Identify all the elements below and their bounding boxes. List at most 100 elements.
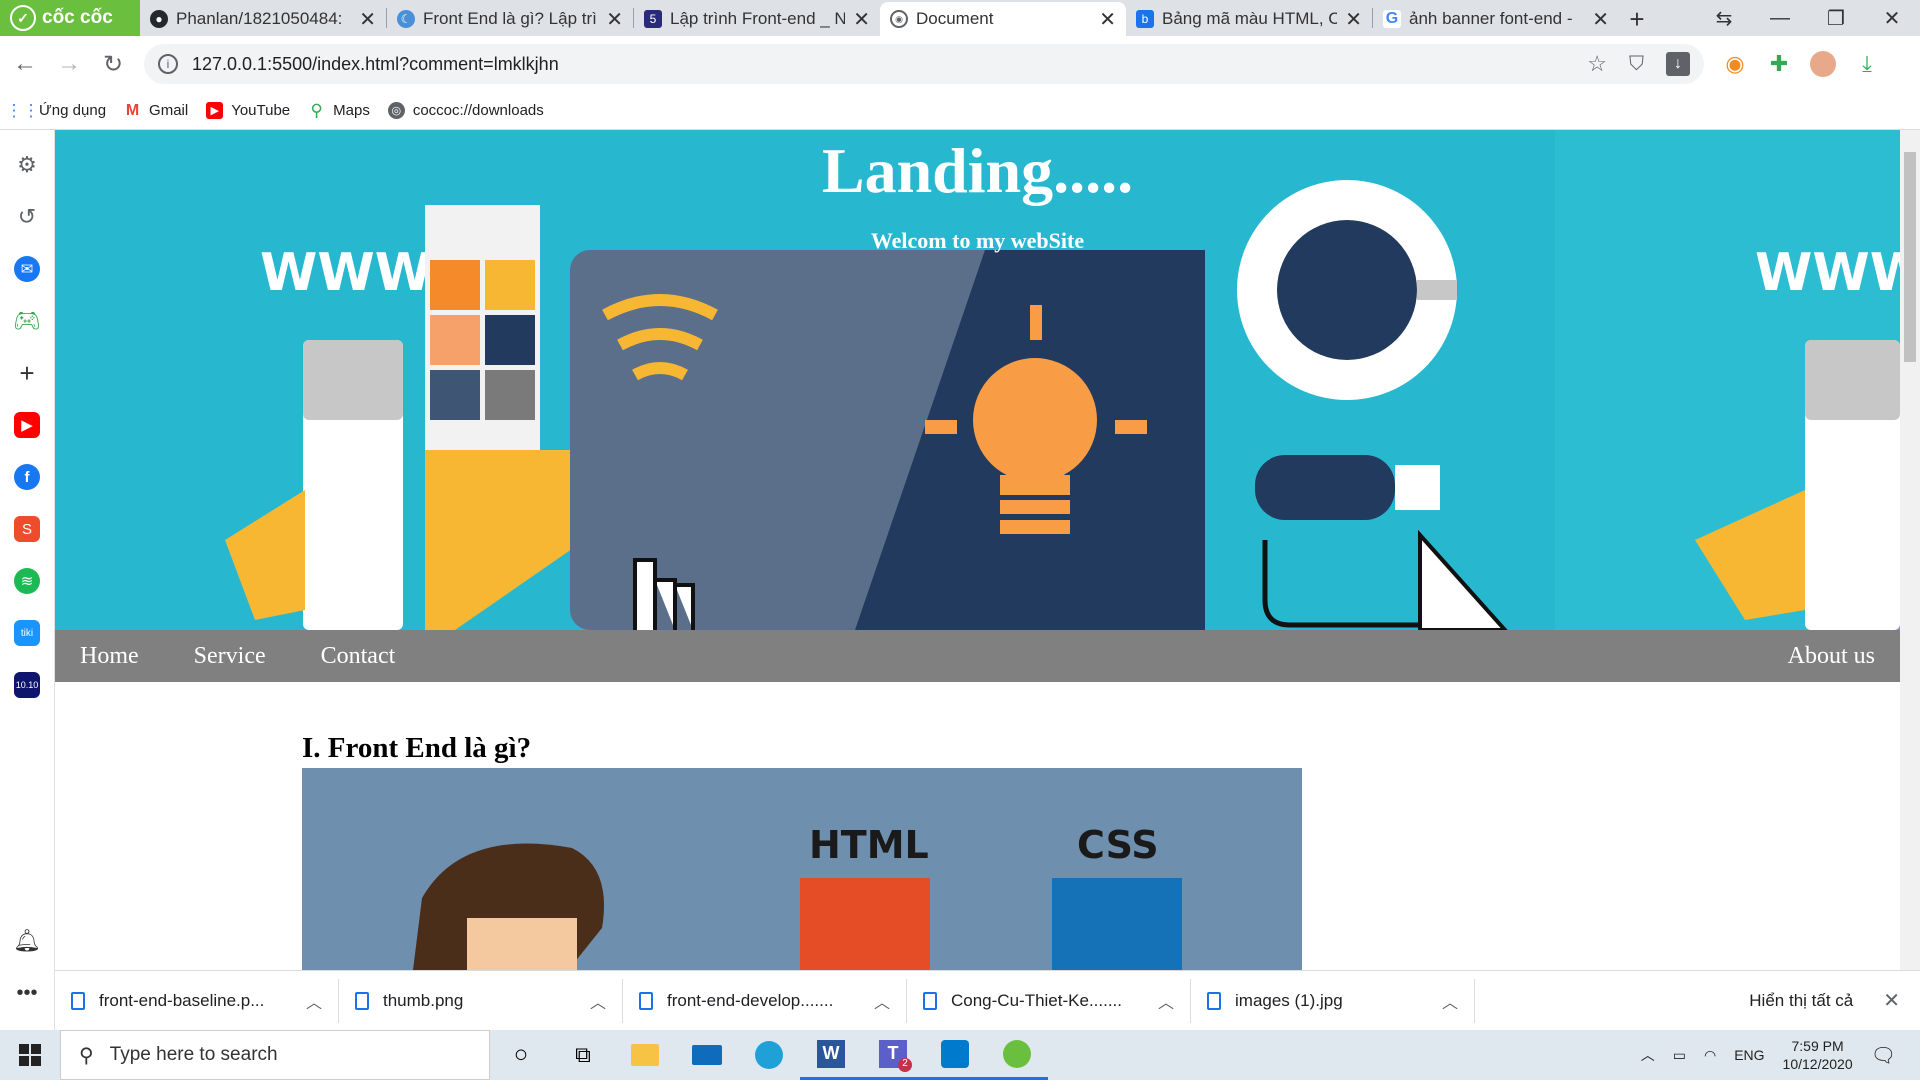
notification-icon[interactable]: 🗨︎: [1871, 1043, 1896, 1068]
maximize-icon[interactable]: ❐: [1808, 6, 1864, 31]
chevron-up-icon[interactable]: ︿: [1442, 989, 1458, 1013]
chevron-up-icon[interactable]: ︿: [874, 989, 890, 1013]
tab-anh-banner[interactable]: G ảnh banner font-end - ✕: [1373, 2, 1619, 36]
youtube-icon[interactable]: ▶: [14, 412, 40, 438]
bookmark-apps[interactable]: ⋮⋮ Ứng dụng: [5, 100, 107, 120]
coccoc-taskbar-icon[interactable]: [986, 1030, 1048, 1080]
file-icon: [639, 991, 653, 1010]
download-item[interactable]: thumb.png ︿: [339, 978, 623, 1023]
download-icon[interactable]: ⤓: [1854, 51, 1880, 77]
download-page-icon[interactable]: ↓: [1666, 52, 1690, 76]
taskbar-search-placeholder: Type here to search: [109, 1044, 278, 1065]
download-item[interactable]: front-end-develop....... ︿: [623, 978, 907, 1023]
url-text[interactable]: 127.0.0.1:5500/index.html?comment=lmklkj…: [192, 54, 559, 75]
bookmark-youtube[interactable]: ▶ YouTube: [206, 102, 290, 119]
windows-start-button[interactable]: [0, 1030, 60, 1080]
chevron-up-icon[interactable]: ︿: [1158, 989, 1174, 1013]
nav-about-link[interactable]: About us: [1788, 643, 1875, 670]
minimize-icon[interactable]: —: [1752, 7, 1808, 30]
add-icon[interactable]: +: [14, 358, 40, 388]
close-window-icon[interactable]: ✕: [1864, 6, 1920, 31]
tiki-icon[interactable]: tiki: [14, 620, 40, 646]
nav-home-link[interactable]: Home: [80, 643, 139, 670]
file-explorer-icon[interactable]: [614, 1030, 676, 1080]
language-indicator[interactable]: ENG: [1734, 1047, 1764, 1063]
spotify-icon[interactable]: ≋: [14, 568, 40, 594]
close-icon[interactable]: ✕: [1345, 7, 1362, 32]
chevron-up-icon[interactable]: ︿: [306, 989, 322, 1013]
lazada-icon[interactable]: 10.10: [14, 672, 40, 698]
close-icon[interactable]: ✕: [853, 7, 870, 32]
coccoc-logo-icon: ✓: [10, 5, 36, 31]
download-filename: images (1).jpg: [1235, 990, 1343, 1010]
teams-icon[interactable]: T 2: [862, 1030, 924, 1080]
history-icon[interactable]: ↺: [14, 204, 40, 230]
bell-icon[interactable]: 🔔︎: [13, 928, 41, 954]
forward-arrow-icon[interactable]: →: [56, 50, 82, 78]
scrollbar-thumb[interactable]: [1904, 152, 1916, 362]
bookmark-label: Maps: [333, 102, 370, 119]
wifi-icon[interactable]: ◠: [1704, 1047, 1716, 1064]
nav-service-link[interactable]: Service: [194, 643, 266, 670]
gear-icon[interactable]: ⚙: [14, 152, 40, 178]
clock[interactable]: 7:59 PM 10/12/2020: [1783, 1037, 1853, 1073]
bookmark-downloads[interactable]: ◎ coccoc://downloads: [387, 102, 544, 119]
tab-lap-trinh[interactable]: 5 Lập trình Front-end _ N ✕: [634, 2, 880, 36]
edge-icon[interactable]: [738, 1030, 800, 1080]
tab-search-icon[interactable]: ⇆: [1696, 6, 1752, 31]
tab-github[interactable]: ● Phanlan/1821050484: ✕: [140, 2, 386, 36]
download-item[interactable]: Cong-Cu-Thiet-Ke....... ︿: [907, 978, 1191, 1023]
show-all-downloads-link[interactable]: Hiển thị tất cả: [1749, 991, 1883, 1011]
teams-badge: 2: [898, 1058, 912, 1072]
shield-icon[interactable]: ⛉: [1629, 53, 1644, 76]
coccoc-extension-icon[interactable]: ◉: [1722, 51, 1748, 77]
close-icon[interactable]: ✕: [1099, 7, 1116, 32]
mail-icon[interactable]: [676, 1030, 738, 1080]
apps-grid-icon: ⋮⋮: [5, 100, 40, 120]
bookmark-gmail[interactable]: M Gmail: [124, 102, 188, 120]
site-navbar: Home Service Contact About us: [55, 630, 1900, 682]
cortana-icon[interactable]: ○: [490, 1030, 552, 1080]
back-arrow-icon[interactable]: ←: [12, 50, 38, 78]
address-bar[interactable]: i 127.0.0.1:5500/index.html?comment=lmkl…: [144, 44, 1704, 84]
bookmark-star-icon[interactable]: ☆: [1587, 51, 1607, 77]
puzzle-icon[interactable]: ✚: [1766, 51, 1792, 77]
word-icon[interactable]: W: [800, 1030, 862, 1080]
bookmarks-bar: ⋮⋮ Ứng dụng M Gmail ▶ YouTube ⚲ Maps ◎ c…: [0, 92, 1920, 130]
chevron-up-icon[interactable]: ︿: [590, 989, 606, 1013]
tab-document[interactable]: ◉ Document ✕: [880, 2, 1126, 36]
browser-sidebar: ⚙ ↺ ✉ 🎮︎ + ▶ f S ≋ tiki 10.10 🔔︎ •••: [0, 130, 55, 1030]
download-filename: front-end-develop.......: [667, 990, 834, 1010]
downloads-bar: front-end-baseline.p... ︿ thumb.png ︿ fr…: [55, 970, 1920, 1030]
gamepad-icon[interactable]: 🎮︎: [13, 308, 41, 334]
taskbar-search-box[interactable]: ⚲ Type here to search: [60, 1030, 490, 1080]
messenger-icon[interactable]: ✉: [14, 256, 40, 282]
bookmark-label: Ứng dụng: [39, 102, 107, 119]
close-icon[interactable]: ✕: [1883, 988, 1920, 1013]
facebook-icon[interactable]: f: [14, 464, 40, 490]
download-item[interactable]: images (1).jpg ︿: [1191, 978, 1475, 1023]
nav-contact-link[interactable]: Contact: [321, 643, 396, 670]
close-icon[interactable]: ✕: [1592, 7, 1609, 32]
vscode-icon[interactable]: [924, 1030, 986, 1080]
battery-icon[interactable]: ▭: [1673, 1047, 1686, 1064]
clock-date: 10/12/2020: [1782, 1056, 1853, 1072]
page-scrollbar[interactable]: [1900, 130, 1920, 970]
close-icon[interactable]: ✕: [359, 7, 376, 32]
download-item[interactable]: front-end-baseline.p... ︿: [55, 978, 339, 1023]
task-view-icon[interactable]: ⧉: [552, 1030, 614, 1080]
tab-front-end[interactable]: ☾ Front End là gì? Lập trì ✕: [387, 2, 633, 36]
new-tab-button[interactable]: +: [1619, 2, 1655, 36]
b-icon: b: [1136, 10, 1154, 28]
tab-bang-ma-mau[interactable]: b Bảng mã màu HTML, C ✕: [1126, 2, 1372, 36]
shopee-icon[interactable]: S: [14, 516, 40, 542]
coccoc-brand[interactable]: ✓ cốc cốc: [0, 0, 140, 36]
bookmark-maps[interactable]: ⚲ Maps: [308, 101, 370, 120]
banner-title: Landing.....: [821, 135, 1134, 206]
chevron-up-icon[interactable]: ︿: [1641, 1045, 1655, 1065]
info-icon[interactable]: i: [158, 54, 178, 74]
close-icon[interactable]: ✕: [606, 7, 623, 32]
avatar[interactable]: [1810, 51, 1836, 77]
reload-icon[interactable]: ↻: [100, 50, 126, 79]
more-icon[interactable]: •••: [14, 980, 40, 1006]
